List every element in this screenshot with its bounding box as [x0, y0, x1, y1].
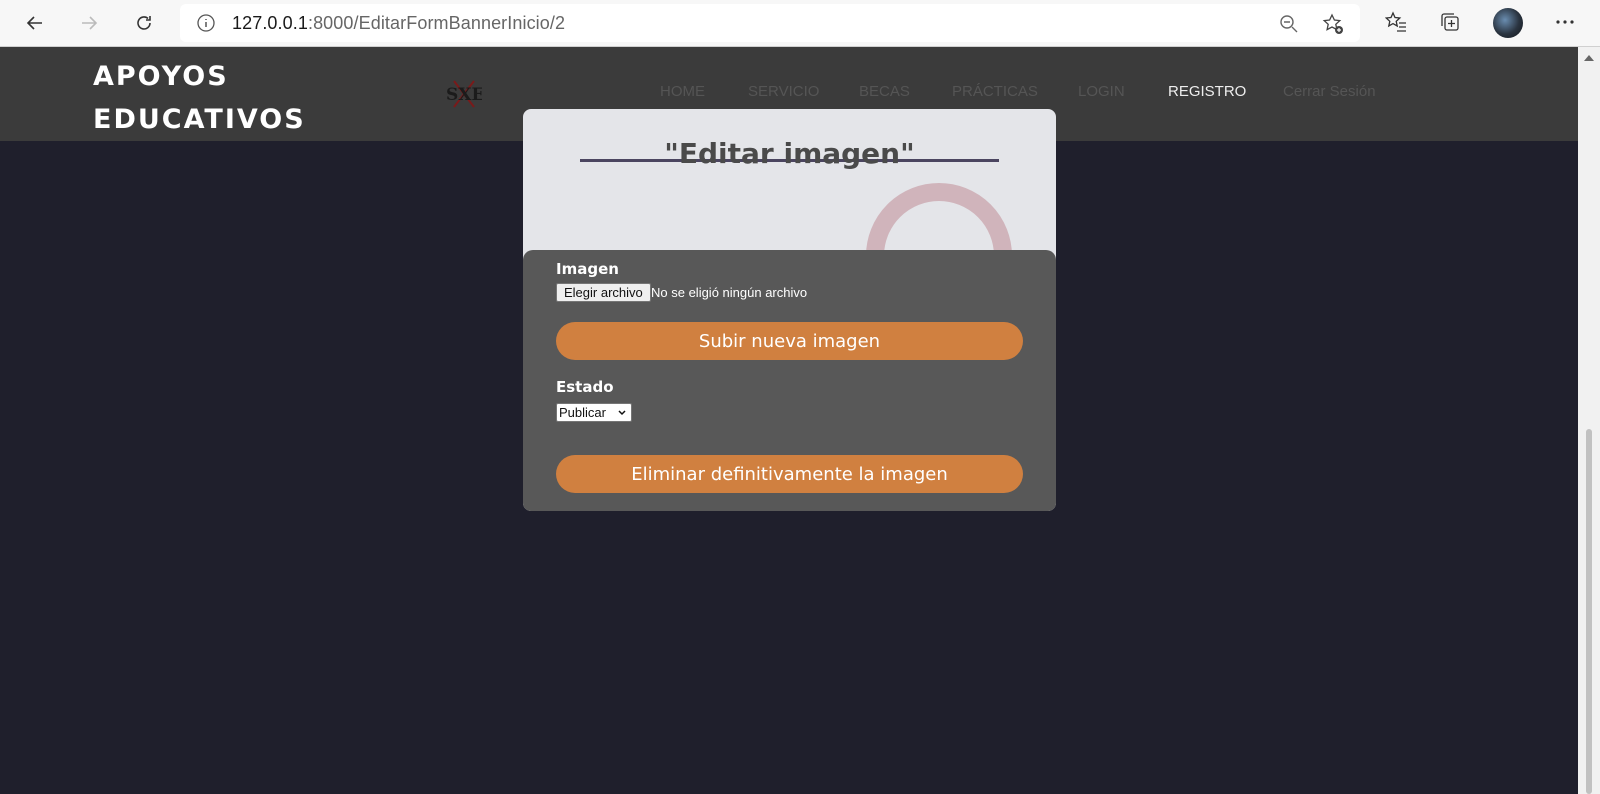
add-favorite-icon[interactable] — [1322, 13, 1344, 35]
url-text[interactable]: 127.0.0.1:8000/EditarFormBannerInicio/2 — [232, 13, 565, 34]
favorites-button[interactable] — [1383, 9, 1409, 35]
info-icon[interactable] — [196, 13, 216, 33]
forward-button[interactable] — [73, 7, 105, 39]
collections-button[interactable] — [1437, 9, 1463, 35]
status-select[interactable]: Publicar — [556, 403, 632, 422]
browser-toolbar: 127.0.0.1:8000/EditarFormBannerInicio/2 — [0, 0, 1600, 47]
nav-cerrar-sesion[interactable]: Cerrar Sesión — [1283, 83, 1376, 100]
nav-practicas[interactable]: PRÁCTICAS — [952, 83, 1038, 100]
favorites-list-icon — [1385, 11, 1406, 32]
forward-arrow-icon — [82, 16, 98, 30]
zoom-out-icon[interactable] — [1278, 13, 1300, 35]
nav-servicio[interactable]: SERVICIO — [748, 83, 819, 100]
logo-letters: SXE — [446, 85, 482, 105]
more-menu-button[interactable] — [1552, 9, 1578, 35]
address-bar[interactable]: 127.0.0.1:8000/EditarFormBannerInicio/2 — [180, 4, 1360, 42]
nav-registro[interactable]: REGISTRO — [1168, 83, 1246, 100]
brand-line-1: APOYOS — [93, 61, 229, 92]
site-logo[interactable]: SXE — [446, 73, 484, 113]
scroll-up-arrow-icon[interactable] — [1584, 55, 1594, 61]
url-path: :8000/EditarFormBannerInicio/2 — [307, 12, 566, 33]
modal-title: "Editar imagen" — [664, 137, 915, 170]
status-selected-value: Publicar — [559, 405, 606, 420]
status-label: Estado — [556, 378, 614, 396]
nav-home[interactable]: HOME — [660, 83, 705, 100]
nav-becas[interactable]: BECAS — [859, 83, 910, 100]
form-panel: Imagen Elegir archivo No se eligió ningú… — [523, 250, 1056, 511]
page-body: APOYOS EDUCATIVOS SXE HOME SERVICIO BECA… — [0, 47, 1578, 794]
nav-login[interactable]: LOGIN — [1078, 83, 1125, 100]
url-host: 127.0.0.1 — [232, 12, 308, 33]
back-arrow-icon — [26, 16, 42, 30]
refresh-button[interactable] — [128, 7, 160, 39]
edit-image-modal: "Editar imagen" Imagen Elegir archivo No… — [523, 109, 1056, 511]
scrollbar-thumb[interactable] — [1586, 429, 1592, 794]
upload-image-button[interactable]: Subir nueva imagen — [556, 322, 1023, 360]
chevron-down-icon — [618, 410, 626, 416]
sxe-logo-icon: SXE — [446, 80, 484, 108]
profile-avatar[interactable] — [1493, 8, 1523, 38]
collections-icon — [1441, 13, 1459, 31]
refresh-icon — [137, 16, 151, 30]
file-status-text: No se eligió ningún archivo — [651, 285, 808, 300]
brand-line-2: EDUCATIVOS — [93, 104, 306, 135]
brand-title[interactable]: APOYOS EDUCATIVOS — [93, 55, 306, 141]
page-scrollbar[interactable] — [1578, 47, 1600, 794]
back-button[interactable] — [19, 7, 51, 39]
image-label: Imagen — [556, 260, 619, 278]
delete-image-button[interactable]: Eliminar definitivamente la imagen — [556, 455, 1023, 493]
choose-file-button[interactable]: Elegir archivo — [556, 283, 651, 302]
more-dots-icon — [1556, 20, 1574, 24]
